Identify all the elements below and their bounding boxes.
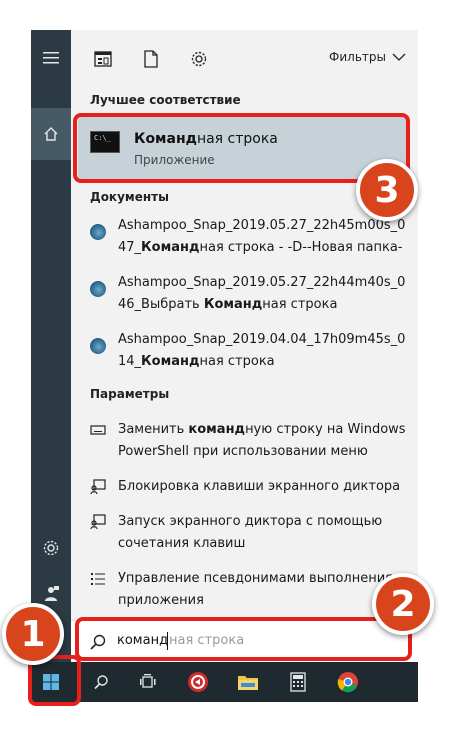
- chrome-icon: [337, 672, 358, 693]
- hamburger-icon: [43, 52, 59, 64]
- settings-result-text: Запуск экранного диктора с помощью сочет…: [118, 514, 383, 551]
- file-explorer-button[interactable]: [228, 662, 268, 702]
- home-icon: [44, 127, 58, 141]
- settings-result[interactable]: Запуск экранного диктора с помощью сочет…: [71, 511, 418, 561]
- calculator-button[interactable]: [278, 662, 318, 702]
- settings-result[interactable]: Заменить командную строку на Windows Pow…: [71, 419, 418, 469]
- best-match-heading: Лучшее соответствие: [90, 93, 241, 107]
- folder-icon: [238, 676, 258, 690]
- narrator-icon: [89, 479, 107, 495]
- gear-icon: [191, 51, 207, 67]
- search-box-highlight: [75, 617, 412, 661]
- documents-heading: Документы: [90, 190, 169, 204]
- feedback-person-icon: [45, 586, 59, 601]
- settings-button[interactable]: [31, 530, 71, 566]
- menu-button[interactable]: [31, 38, 71, 78]
- search-icon: [94, 675, 108, 690]
- start-left-rail: [31, 30, 71, 662]
- document-result-text: Ashampoo_Snap_2019.05.27_22h45m00s_0 47_…: [118, 218, 406, 255]
- taskbar-search-button[interactable]: [81, 662, 121, 702]
- image-file-icon: [90, 281, 106, 297]
- settings-heading: Параметры: [90, 387, 170, 401]
- document-result[interactable]: Ashampoo_Snap_2019.05.27_22h44m40s_0 46_…: [71, 272, 418, 328]
- document-result-text: Ashampoo_Snap_2019.05.27_22h44m40s_0 46_…: [118, 275, 406, 312]
- step-2-badge: 2: [372, 573, 434, 635]
- image-file-icon: [90, 224, 106, 240]
- document-icon: [144, 50, 158, 68]
- settings-filter-button[interactable]: [188, 48, 210, 70]
- taskbar-app-red[interactable]: [178, 662, 218, 702]
- filters-dropdown[interactable]: Фильтры: [329, 50, 406, 64]
- task-view-icon: [140, 674, 156, 688]
- home-button[interactable]: [31, 108, 71, 160]
- keyboard-icon: [89, 422, 107, 438]
- chevron-down-icon: [392, 53, 406, 61]
- document-result[interactable]: Ashampoo_Snap_2019.05.27_22h45m00s_0 47_…: [71, 215, 418, 271]
- calculator-icon: [290, 672, 306, 692]
- gear-icon: [43, 540, 59, 556]
- taskbar: [31, 662, 418, 702]
- screenshot-stage: Фильтры Лучшее соответствие C:\_ Командн…: [0, 0, 451, 731]
- apps-icon: [94, 51, 112, 67]
- documents-filter-button[interactable]: [140, 48, 162, 70]
- chrome-button[interactable]: [328, 662, 368, 702]
- step-1-badge: 1: [2, 603, 64, 665]
- settings-result-text: Блокировка клавиши экранного диктора: [118, 479, 401, 494]
- step-3-badge: 3: [356, 159, 418, 221]
- task-view-button[interactable]: [128, 662, 168, 702]
- best-match-highlight: [73, 113, 410, 183]
- image-file-icon: [90, 338, 106, 354]
- search-toolbar: Фильтры: [71, 30, 418, 88]
- document-result-text: Ashampoo_Snap_2019.04.04_17h09m45s_0 14_…: [118, 332, 406, 369]
- list-icon: [89, 571, 107, 587]
- settings-result-text: Управление псевдонимами выполнения прило…: [118, 571, 393, 608]
- apps-filter-button[interactable]: [92, 48, 114, 70]
- narrator-icon: [89, 514, 107, 530]
- settings-result[interactable]: Управление псевдонимами выполнения прило…: [71, 568, 418, 618]
- red-app-icon: [188, 672, 208, 692]
- settings-result-text: Заменить командную строку на Windows Pow…: [118, 422, 406, 459]
- document-result[interactable]: Ashampoo_Snap_2019.04.04_17h09m45s_0 14_…: [71, 329, 418, 385]
- filters-label: Фильтры: [329, 50, 386, 64]
